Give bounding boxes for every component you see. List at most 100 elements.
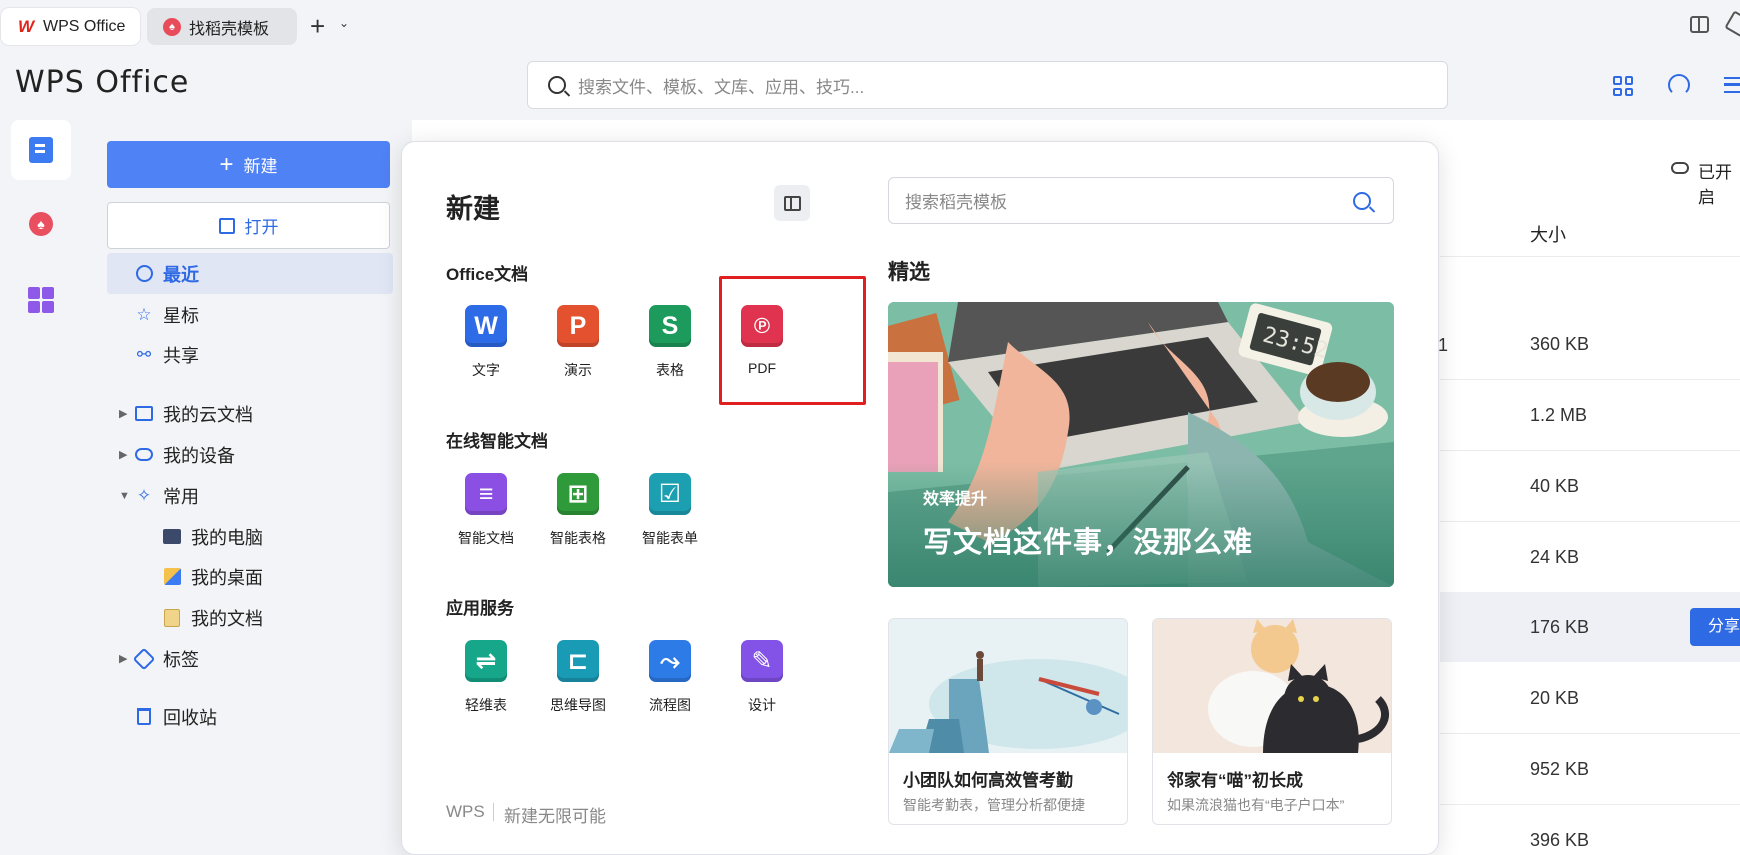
- open-icon: [218, 217, 235, 234]
- file-size: 20 KB: [1530, 687, 1580, 708]
- sidebar-item-tags[interactable]: ▶ 标签: [107, 638, 393, 679]
- new-design[interactable]: ✎ 设计: [722, 640, 802, 715]
- new-button[interactable]: + 新建: [107, 141, 390, 188]
- banner-headline: 写文档这件事，没那么难: [923, 527, 1254, 559]
- section-title-office: Office文档: [446, 265, 529, 284]
- sidebar-item-label: 星标: [163, 305, 199, 326]
- trash-icon: [135, 708, 153, 726]
- share-button[interactable]: 分享: [1690, 608, 1740, 646]
- app-label: 智能表单: [642, 530, 698, 546]
- sidebar-item-common[interactable]: ▼ ✧ 常用: [107, 475, 393, 516]
- app-label: 轻维表: [465, 697, 507, 713]
- sidebar-item-my-desktop[interactable]: 我的桌面: [107, 556, 393, 597]
- sidebar-item-label: 共享: [163, 345, 199, 366]
- template-search-input[interactable]: 搜索稻壳模板: [888, 177, 1394, 224]
- plus-icon: +: [219, 150, 234, 178]
- sidebar: + 新建 打开 最近 ☆ 星标 ⚯ 共享 ▶ 我的云文档 ▶ 我的设备 ▼ ✧ …: [88, 120, 410, 855]
- documents-icon: [163, 608, 181, 627]
- table-row[interactable]: 1.2 MB: [1440, 380, 1740, 450]
- caret-right-icon[interactable]: ▶: [119, 448, 127, 461]
- sidebar-item-my-devices[interactable]: ▶ 我的设备: [107, 434, 393, 475]
- new-smart-doc[interactable]: ≡ 智能文档: [446, 473, 526, 548]
- presentation-icon: P: [557, 305, 599, 347]
- template-card[interactable]: 小团队如何高效管考勤 智能考勤表，管理分析都便捷: [888, 618, 1128, 825]
- new-presentation[interactable]: P 演示: [538, 305, 618, 380]
- footer-slogan: 新建无限可能: [504, 807, 606, 826]
- sidebar-item-label: 我的文档: [191, 608, 263, 629]
- table-row[interactable]: 40 KB: [1440, 451, 1740, 521]
- tab-daoke-template[interactable]: ♠ 找稻壳模板: [147, 8, 297, 45]
- card-image-attendance: [889, 619, 1127, 753]
- sidebar-item-shared[interactable]: ⚯ 共享: [107, 334, 393, 375]
- smart-form-icon: ☑: [649, 473, 691, 515]
- section-title-online: 在线智能文档: [446, 432, 548, 451]
- cube-icon[interactable]: [1724, 10, 1740, 38]
- app-label: 思维导图: [550, 697, 606, 713]
- apps-icon: [28, 287, 54, 313]
- star-icon: ☆: [136, 304, 152, 324]
- card-subtitle: 如果流浪猫也有“电子户口本”: [1167, 797, 1345, 813]
- sidebar-item-my-documents[interactable]: 我的文档: [107, 597, 393, 638]
- table-row[interactable]: 952 KB: [1440, 734, 1740, 804]
- new-document-panel: 新建 Office文档 W 文字 P 演示 S 表格 ℗ PDF 在线智能文档 …: [401, 141, 1439, 855]
- table-row[interactable]: 360 KB: [1440, 309, 1740, 379]
- new-mind-map[interactable]: ⊏ 思维导图: [538, 640, 618, 715]
- sidebar-item-cloud-docs[interactable]: ▶ 我的云文档: [107, 393, 393, 434]
- sidebar-toggle-icon[interactable]: [1690, 16, 1709, 33]
- rail-documents[interactable]: [11, 120, 71, 180]
- sidebar-item-label: 最近: [163, 264, 199, 285]
- card-subtitle: 智能考勤表，管理分析都便捷: [903, 797, 1085, 813]
- apps-grid-icon[interactable]: [1613, 76, 1633, 96]
- sidebar-item-starred[interactable]: ☆ 星标: [107, 294, 393, 335]
- sidebar-item-recycle-bin[interactable]: 回收站: [107, 696, 393, 737]
- column-header-size[interactable]: 大小: [1530, 221, 1566, 247]
- template-card[interactable]: 邻家有“喵”初长成 如果流浪猫也有“电子户口本”: [1152, 618, 1392, 825]
- caret-right-icon[interactable]: ▶: [119, 407, 127, 420]
- tab-wps-office[interactable]: W WPS Office: [1, 8, 140, 45]
- global-search-input[interactable]: 搜索文件、模板、文库、应用、技巧...: [527, 61, 1448, 109]
- file-size: 24 KB: [1530, 546, 1580, 567]
- add-tab-icon[interactable]: +: [310, 12, 325, 40]
- tab-label: WPS Office: [43, 17, 126, 35]
- chevron-down-icon[interactable]: ⌄: [339, 16, 349, 30]
- computer-icon: [163, 528, 181, 546]
- highlight-box: [719, 276, 866, 405]
- table-row[interactable]: 20 KB: [1440, 663, 1740, 733]
- caret-down-icon[interactable]: ▼: [119, 490, 130, 502]
- card-image-cats: [1153, 619, 1391, 753]
- new-writer-doc[interactable]: W 文字: [446, 305, 526, 380]
- menu-icon[interactable]: [1724, 77, 1740, 93]
- open-button[interactable]: 打开: [107, 202, 390, 249]
- new-spreadsheet[interactable]: S 表格: [630, 305, 710, 380]
- search-icon: [548, 76, 566, 94]
- open-button-label: 打开: [244, 218, 279, 237]
- sidebar-item-my-computer[interactable]: 我的电脑: [107, 516, 393, 557]
- rail-apps[interactable]: [11, 270, 71, 330]
- sidebar-item-recent[interactable]: 最近: [107, 253, 393, 294]
- table-row[interactable]: 24 KB: [1440, 522, 1740, 592]
- headset-icon[interactable]: [1668, 74, 1690, 96]
- sidebar-item-label: 我的云文档: [163, 404, 253, 425]
- search-icon[interactable]: [1353, 191, 1371, 210]
- wps-logo-icon: W: [17, 16, 35, 36]
- new-smart-sheet[interactable]: ⊞ 智能表格: [538, 473, 618, 548]
- sync-status[interactable]: 已开启: [1698, 158, 1740, 208]
- tab-label: 找稻壳模板: [189, 20, 270, 38]
- rail-daoke[interactable]: ♠: [11, 194, 71, 254]
- folder-icon: [135, 405, 153, 423]
- new-smart-form[interactable]: ☑ 智能表单: [630, 473, 710, 548]
- panel-layout-toggle[interactable]: [774, 185, 810, 221]
- new-light-table[interactable]: ⇌ 轻维表: [446, 640, 526, 715]
- new-button-label: 新建: [243, 157, 278, 176]
- featured-banner[interactable]: 23:52 效率提升 写文档这件事，没那么难: [888, 302, 1394, 587]
- header-divider: [1440, 256, 1740, 257]
- caret-right-icon[interactable]: ▶: [119, 652, 127, 665]
- file-size: 176 KB: [1530, 616, 1590, 637]
- card-title: 邻家有“喵”初长成: [1167, 771, 1303, 790]
- table-row[interactable]: 396 KB: [1440, 805, 1740, 855]
- app-label: 智能文档: [458, 530, 514, 546]
- document-icon: [29, 137, 53, 163]
- sidebar-layout-icon: [783, 195, 801, 211]
- new-flowchart[interactable]: ⤳ 流程图: [630, 640, 710, 715]
- table-row-hovered[interactable]: 176 KB 分享: [1440, 592, 1740, 662]
